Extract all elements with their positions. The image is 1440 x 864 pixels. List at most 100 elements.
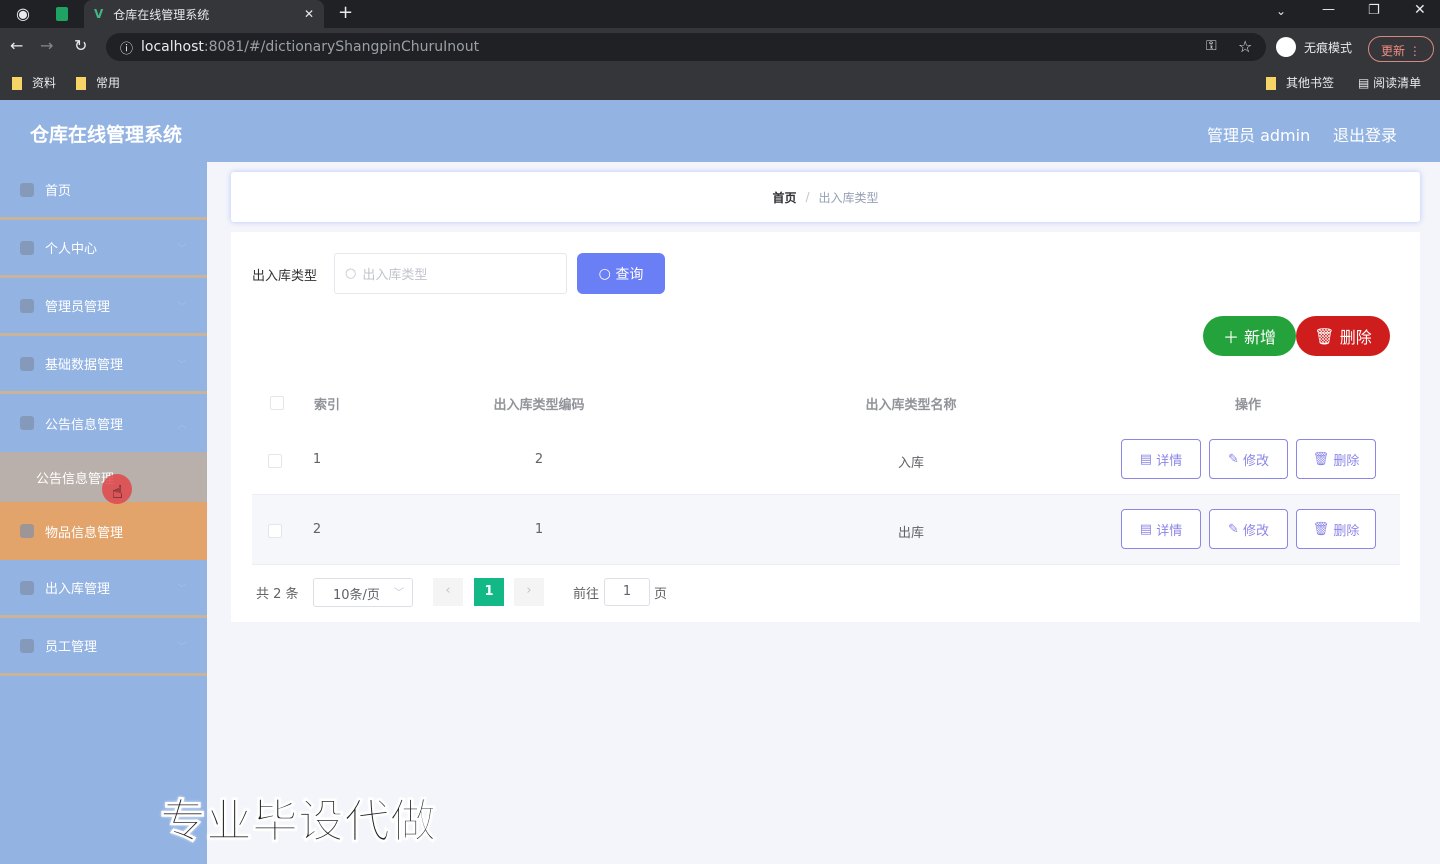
sidebar-item-admin[interactable]: 管理员管理 ﹀: [0, 278, 207, 336]
key-icon[interactable]: ⚿: [1206, 38, 1217, 54]
batch-delete-button[interactable]: 🗑 删除: [1296, 316, 1390, 356]
reading-list-label: 阅读清单: [1373, 76, 1422, 90]
watermark: 专业毕设代做: [160, 794, 437, 849]
globe-icon[interactable]: ◉: [16, 4, 30, 23]
edit-label: 修改: [1243, 453, 1270, 469]
sheets-icon[interactable]: [56, 7, 68, 21]
cell-name: 出库: [897, 526, 925, 541]
next-page-button[interactable]: ›: [514, 578, 544, 606]
logout-link[interactable]: 退出登录: [1333, 122, 1397, 146]
hand-cursor-icon: ☝: [112, 482, 123, 503]
search-input[interactable]: ○ 出入库类型: [334, 253, 567, 294]
incognito-label: 无痕模式: [1304, 40, 1353, 55]
back-icon[interactable]: ←: [10, 36, 23, 55]
delete-label: 删除: [1333, 523, 1360, 539]
incognito-icon: [1276, 37, 1296, 57]
sidebar-item-profile[interactable]: 个人中心 ﹀: [0, 220, 207, 278]
incognito-indicator[interactable]: 无痕模式: [1276, 37, 1352, 57]
plus-icon: ＋: [1222, 328, 1245, 347]
sidebar: 首页 个人中心 ﹀ 管理员管理 ﹀ 基础数据管理 ﹀ 公告信息管理 ︿ 公告信息管理 物…: [0, 162, 207, 864]
sidebar-item-label: 员工管理: [45, 640, 98, 655]
detail-label: 详情: [1156, 453, 1183, 469]
edit-button[interactable]: ✎ 修改: [1209, 439, 1288, 479]
sidebar-item-label: 首页: [45, 184, 72, 199]
delete-button[interactable]: 🗑 删除: [1296, 439, 1376, 479]
list-icon: [20, 356, 34, 371]
other-bookmarks-label: 其他书签: [1286, 76, 1335, 90]
document-icon: ▤: [1139, 521, 1157, 537]
minimize-icon[interactable]: —: [1322, 2, 1335, 17]
reading-list[interactable]: ▤ 阅读清单: [1358, 74, 1421, 91]
search-button[interactable]: ○ 查询: [577, 253, 665, 294]
goto-page-input[interactable]: 1: [604, 578, 650, 606]
browser-tab[interactable]: V 仓库在线管理系统 ✕: [84, 0, 324, 28]
select-all-checkbox[interactable]: [270, 396, 284, 410]
sidebar-item-staff[interactable]: 员工管理 ﹀: [0, 618, 207, 676]
detail-button[interactable]: ▤ 详情: [1121, 439, 1201, 479]
edit-button[interactable]: ✎ 修改: [1209, 509, 1288, 549]
detail-label: 详情: [1156, 523, 1183, 539]
tab-list-icon[interactable]: ⌄: [1276, 4, 1286, 18]
restore-icon[interactable]: ❐: [1368, 3, 1380, 18]
other-bookmarks[interactable]: 其他书签: [1266, 74, 1334, 91]
page-1-button[interactable]: 1: [474, 578, 504, 606]
reading-list-icon: ▤: [1358, 76, 1374, 90]
chevron-down-icon: ﹀: [177, 584, 187, 595]
delete-label: 删除: [1339, 328, 1372, 347]
goods-icon: [20, 524, 34, 538]
chevron-down-icon: ﹀: [177, 360, 187, 371]
sidebar-item-notice[interactable]: 公告信息管理 ︿: [0, 394, 207, 452]
goto-label: 前往: [573, 587, 600, 602]
add-button[interactable]: ＋ 新增: [1203, 316, 1296, 356]
notice-icon: [20, 416, 34, 430]
prev-page-button[interactable]: ‹: [433, 578, 463, 606]
star-icon[interactable]: ☆: [1238, 37, 1252, 56]
row-checkbox[interactable]: [268, 454, 282, 468]
sidebar-item-basic-data[interactable]: 基础数据管理 ﹀: [0, 336, 207, 394]
reload-icon[interactable]: ↻: [74, 36, 87, 55]
folder-icon: [12, 77, 22, 90]
search-button-label: 查询: [615, 266, 644, 283]
browser-tab-bar: ◉ V 仓库在线管理系统 ✕ + ⌄ — ❐ ✕: [0, 0, 1440, 28]
address-bar[interactable]: ⓘ localhost:8081/#/dictionaryShangpinChu…: [106, 33, 1266, 61]
folder-icon: [76, 77, 86, 90]
close-window-icon[interactable]: ✕: [1414, 2, 1426, 18]
close-tab-icon[interactable]: ✕: [304, 7, 314, 21]
row-checkbox[interactable]: [268, 524, 282, 538]
cell-code: 2: [534, 452, 544, 467]
edit-icon: ✎: [1227, 451, 1243, 467]
delete-button[interactable]: 🗑 删除: [1296, 509, 1376, 549]
home-icon: [20, 182, 34, 197]
chevron-up-icon: ︿: [177, 419, 187, 431]
cell-index: 2: [312, 522, 322, 537]
page-size-select[interactable]: 10条/页 ﹀: [313, 578, 413, 607]
breadcrumb-separator: /: [805, 190, 810, 204]
sidebar-item-inout[interactable]: 出入库管理 ﹀: [0, 560, 207, 618]
search-label: 出入库类型: [252, 269, 318, 284]
update-label: 更新: [1381, 44, 1406, 58]
breadcrumb-home[interactable]: 首页: [772, 189, 796, 206]
forward-icon[interactable]: →: [40, 36, 53, 55]
trash-icon: 🗑: [1314, 326, 1340, 346]
detail-button[interactable]: ▤ 详情: [1121, 509, 1201, 549]
new-tab-icon[interactable]: +: [338, 2, 353, 23]
app-title: 仓库在线管理系统: [30, 124, 183, 146]
page-suffix: 页: [654, 587, 668, 602]
sidebar-item-label: 物品信息管理: [45, 525, 124, 541]
add-label: 新增: [1244, 328, 1277, 347]
sidebar-item-home[interactable]: 首页: [0, 162, 207, 220]
breadcrumb-current: 出入库类型: [818, 190, 879, 205]
bookmark-folder[interactable]: 资料: [12, 74, 56, 91]
chevron-down-icon: ﹀: [177, 244, 187, 255]
inout-icon: [20, 580, 34, 595]
bookmark-folder[interactable]: 常用: [76, 74, 120, 91]
sidebar-item-goods[interactable]: 物品信息管理: [0, 502, 207, 560]
update-button[interactable]: 更新 ⋮: [1368, 36, 1434, 62]
chevron-down-icon: ﹀: [177, 302, 187, 313]
sidebar-item-label: 基础数据管理: [45, 358, 124, 373]
vue-icon: V: [94, 7, 104, 21]
sidebar-item-label: 出入库管理: [45, 582, 111, 597]
search-icon: ○: [345, 266, 357, 281]
sidebar-item-label: 个人中心: [45, 242, 98, 257]
user-label: 管理员 admin: [1207, 126, 1311, 145]
